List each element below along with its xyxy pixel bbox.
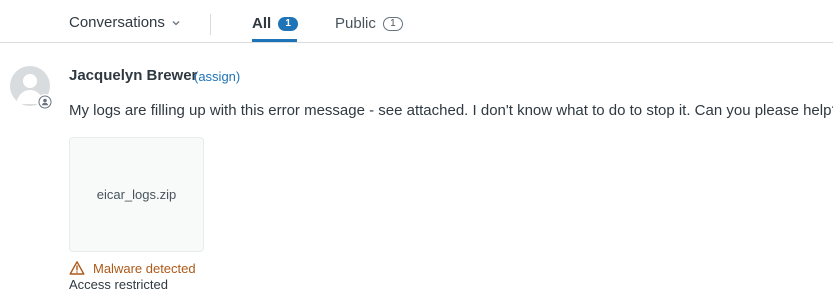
malware-warning: Malware detected bbox=[69, 260, 196, 276]
tab-all[interactable]: All 1 bbox=[252, 15, 299, 32]
tab-public-label: Public bbox=[335, 15, 376, 32]
assign-link[interactable]: (assign) bbox=[194, 69, 240, 84]
active-tab-indicator bbox=[252, 39, 297, 42]
conversations-dropdown[interactable]: Conversations bbox=[69, 14, 181, 31]
conversations-label: Conversations bbox=[69, 14, 165, 31]
author-name: Jacquelyn Brewer bbox=[69, 67, 198, 84]
access-status: Access restricted bbox=[69, 277, 168, 292]
tab-public[interactable]: Public 1 bbox=[335, 15, 403, 32]
person-badge-icon bbox=[37, 94, 53, 110]
tab-all-count-badge: 1 bbox=[278, 16, 299, 31]
malware-warning-text: Malware detected bbox=[93, 260, 196, 276]
warning-triangle-icon bbox=[69, 261, 85, 275]
attachment-card[interactable]: eicar_logs.zip bbox=[69, 137, 204, 252]
tabbar-divider bbox=[210, 14, 211, 35]
message-body: My logs are filling up with this error m… bbox=[69, 102, 833, 119]
tab-public-count-badge: 1 bbox=[382, 16, 403, 31]
attachment-filename: eicar_logs.zip bbox=[96, 187, 177, 202]
conversation-tabbar: Conversations All 1 Public 1 bbox=[0, 0, 833, 43]
ticket-conversation-view: Conversations All 1 Public 1 Jacquelyn B… bbox=[0, 0, 833, 303]
tab-all-label: All bbox=[252, 15, 272, 32]
chevron-down-icon bbox=[172, 20, 180, 25]
